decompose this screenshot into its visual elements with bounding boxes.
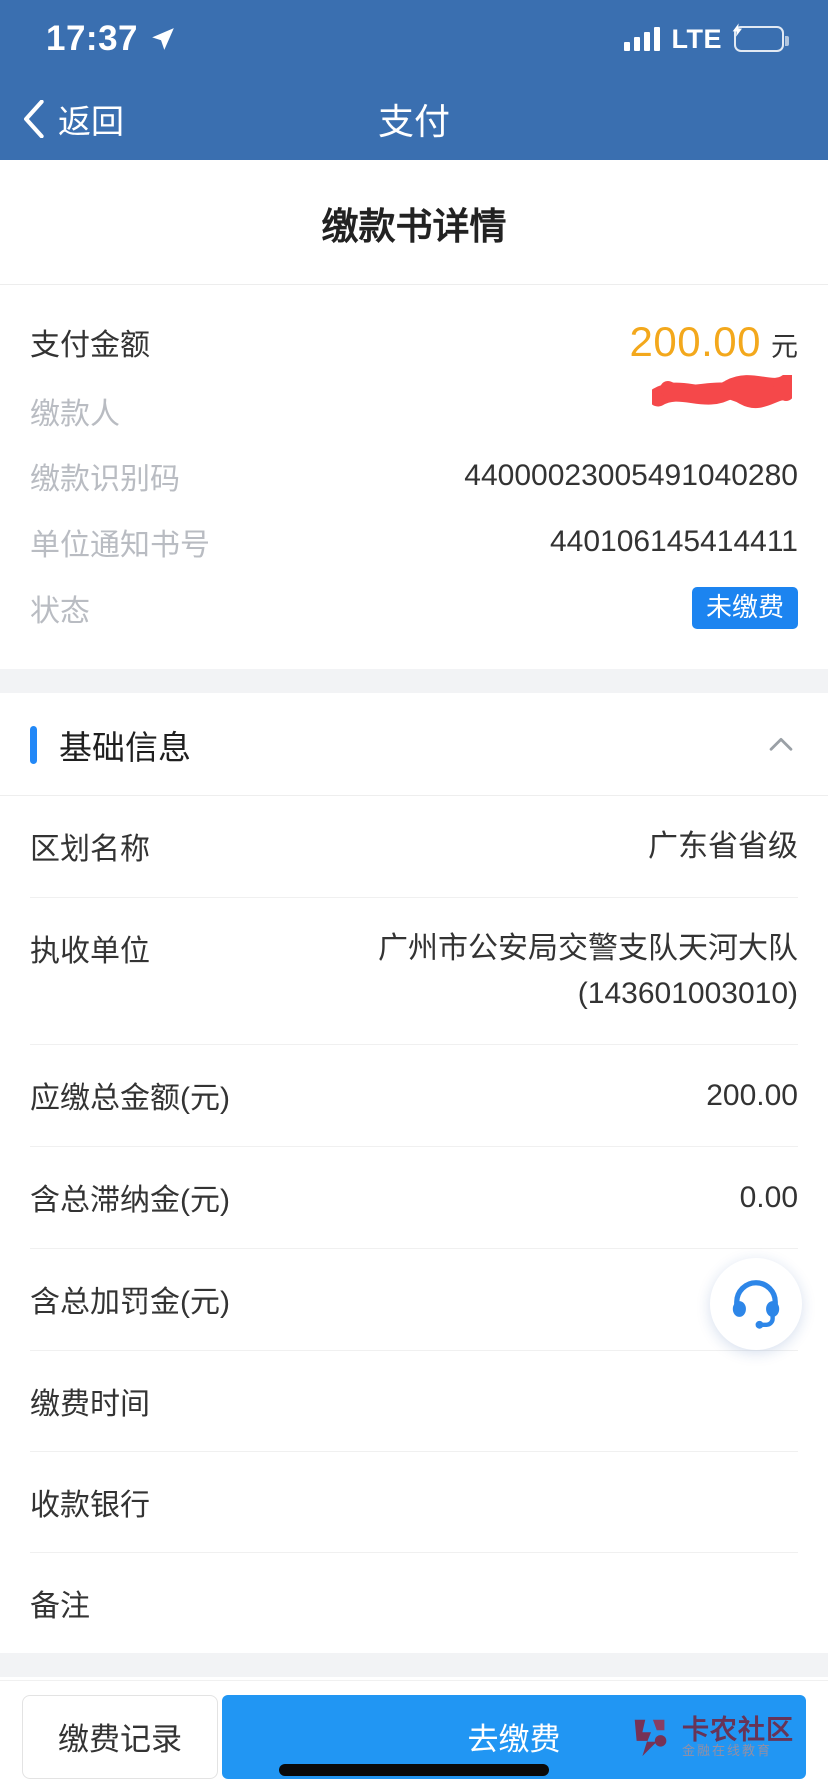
row-label: 含总滞纳金(元): [30, 1184, 230, 1217]
app-screen: 17:37 LTE 返回 支付 缴款书详情 支付金额 200.00 元 缴款人 …: [0, 0, 828, 1792]
section-basic-info-rows: 区划名称 广东省省级 执收单位 广州市公安局交警支队天河大队(143601003…: [0, 796, 828, 1653]
table-row: 备注: [30, 1553, 798, 1653]
chevron-left-icon: [22, 100, 44, 138]
section-gap: [0, 1653, 828, 1677]
section-accent-bar: [30, 726, 37, 764]
table-row: 含总滞纳金(元) 0.00: [30, 1147, 798, 1249]
redaction-scribble: [648, 373, 798, 409]
status-time: 17:37: [46, 19, 139, 58]
back-button-label: 返回: [58, 103, 124, 140]
table-row: 应缴总金额(元) 200.00: [30, 1045, 798, 1147]
location-arrow-icon: [150, 26, 176, 52]
summary-row-notice-number: 单位通知书号 440106145414411: [30, 509, 798, 575]
page-title: 缴款书详情: [0, 160, 828, 285]
back-button[interactable]: 返回: [0, 95, 124, 143]
summary-card: 缴款书详情 支付金额 200.00 元 缴款人 缴款识别码 4400002300…: [0, 160, 828, 669]
amount-label: 支付金额: [30, 329, 150, 362]
row-label: 应缴总金额(元): [30, 1082, 230, 1115]
row-value: 广东省省级: [648, 830, 798, 863]
status-bar-left: 17:37: [46, 19, 176, 59]
payer-code-label: 缴款识别码: [30, 463, 180, 496]
row-label: 含总加罚金(元): [30, 1286, 230, 1319]
section-gap: [0, 669, 828, 693]
table-row: 执收单位 广州市公安局交警支队天河大队(143601003010): [30, 898, 798, 1045]
headset-icon: [728, 1274, 784, 1335]
payer-label: 缴款人: [30, 398, 120, 431]
table-row: 含总加罚金(元) 0.00: [30, 1249, 798, 1351]
payer-code-value: 44000023005491040280: [464, 459, 798, 492]
home-indicator: [279, 1764, 549, 1776]
row-label: 缴费时间: [30, 1388, 150, 1421]
payment-record-button[interactable]: 缴费记录: [22, 1694, 218, 1779]
amount-value: 200.00: [629, 318, 761, 365]
table-row: 区划名称 广东省省级: [30, 796, 798, 898]
summary-row-status: 状态 未缴费: [30, 575, 798, 641]
page-title-header: 支付: [377, 101, 450, 142]
notice-number-value: 440106145414411: [549, 525, 798, 558]
customer-support-button[interactable]: [710, 1258, 802, 1350]
section-basic-info: 基础信息 区划名称 广东省省级 执收单位 广州市公安局交警支队天河大队(1436…: [0, 693, 828, 1653]
row-value: 200.00: [706, 1079, 798, 1112]
chevron-up-icon[interactable]: [764, 728, 798, 762]
status-bar: 17:37 LTE: [0, 0, 828, 78]
navigation-bar: 返回 支付: [0, 78, 828, 160]
row-label: 收款银行: [30, 1489, 150, 1522]
summary-list: 支付金额 200.00 元 缴款人 缴款识别码 4400002300549104…: [0, 285, 828, 669]
row-label: 备注: [30, 1590, 90, 1623]
notice-number-label: 单位通知书号: [30, 529, 210, 562]
row-value: 0.00: [739, 1181, 798, 1214]
row-label: 区划名称: [30, 833, 150, 866]
table-row: 缴费时间: [30, 1351, 798, 1452]
status-label: 状态: [30, 595, 90, 628]
status-badge: 未缴费: [691, 587, 798, 629]
status-bar-right: LTE: [623, 23, 789, 55]
row-value: 广州市公安局交警支队天河大队(143601003010): [378, 932, 798, 1010]
battery-charging-icon: [732, 23, 789, 52]
amount-value-group: 200.00 元: [630, 318, 798, 366]
row-label: 执收单位: [30, 935, 150, 968]
section-basic-info-header[interactable]: 基础信息: [0, 693, 828, 796]
network-type-label: LTE: [671, 23, 722, 54]
summary-row-payer: 缴款人: [30, 373, 798, 443]
section-basic-info-title: 基础信息: [59, 729, 191, 766]
summary-row-payer-code: 缴款识别码 44000023005491040280: [30, 443, 798, 509]
summary-row-amount: 支付金额 200.00 元: [30, 305, 798, 379]
signal-bars-icon: [623, 27, 660, 51]
scroll-body[interactable]: 缴款书详情 支付金额 200.00 元 缴款人 缴款识别码 4400002300…: [0, 160, 828, 1680]
table-row: 收款银行: [30, 1452, 798, 1553]
amount-unit: 元: [771, 332, 798, 362]
